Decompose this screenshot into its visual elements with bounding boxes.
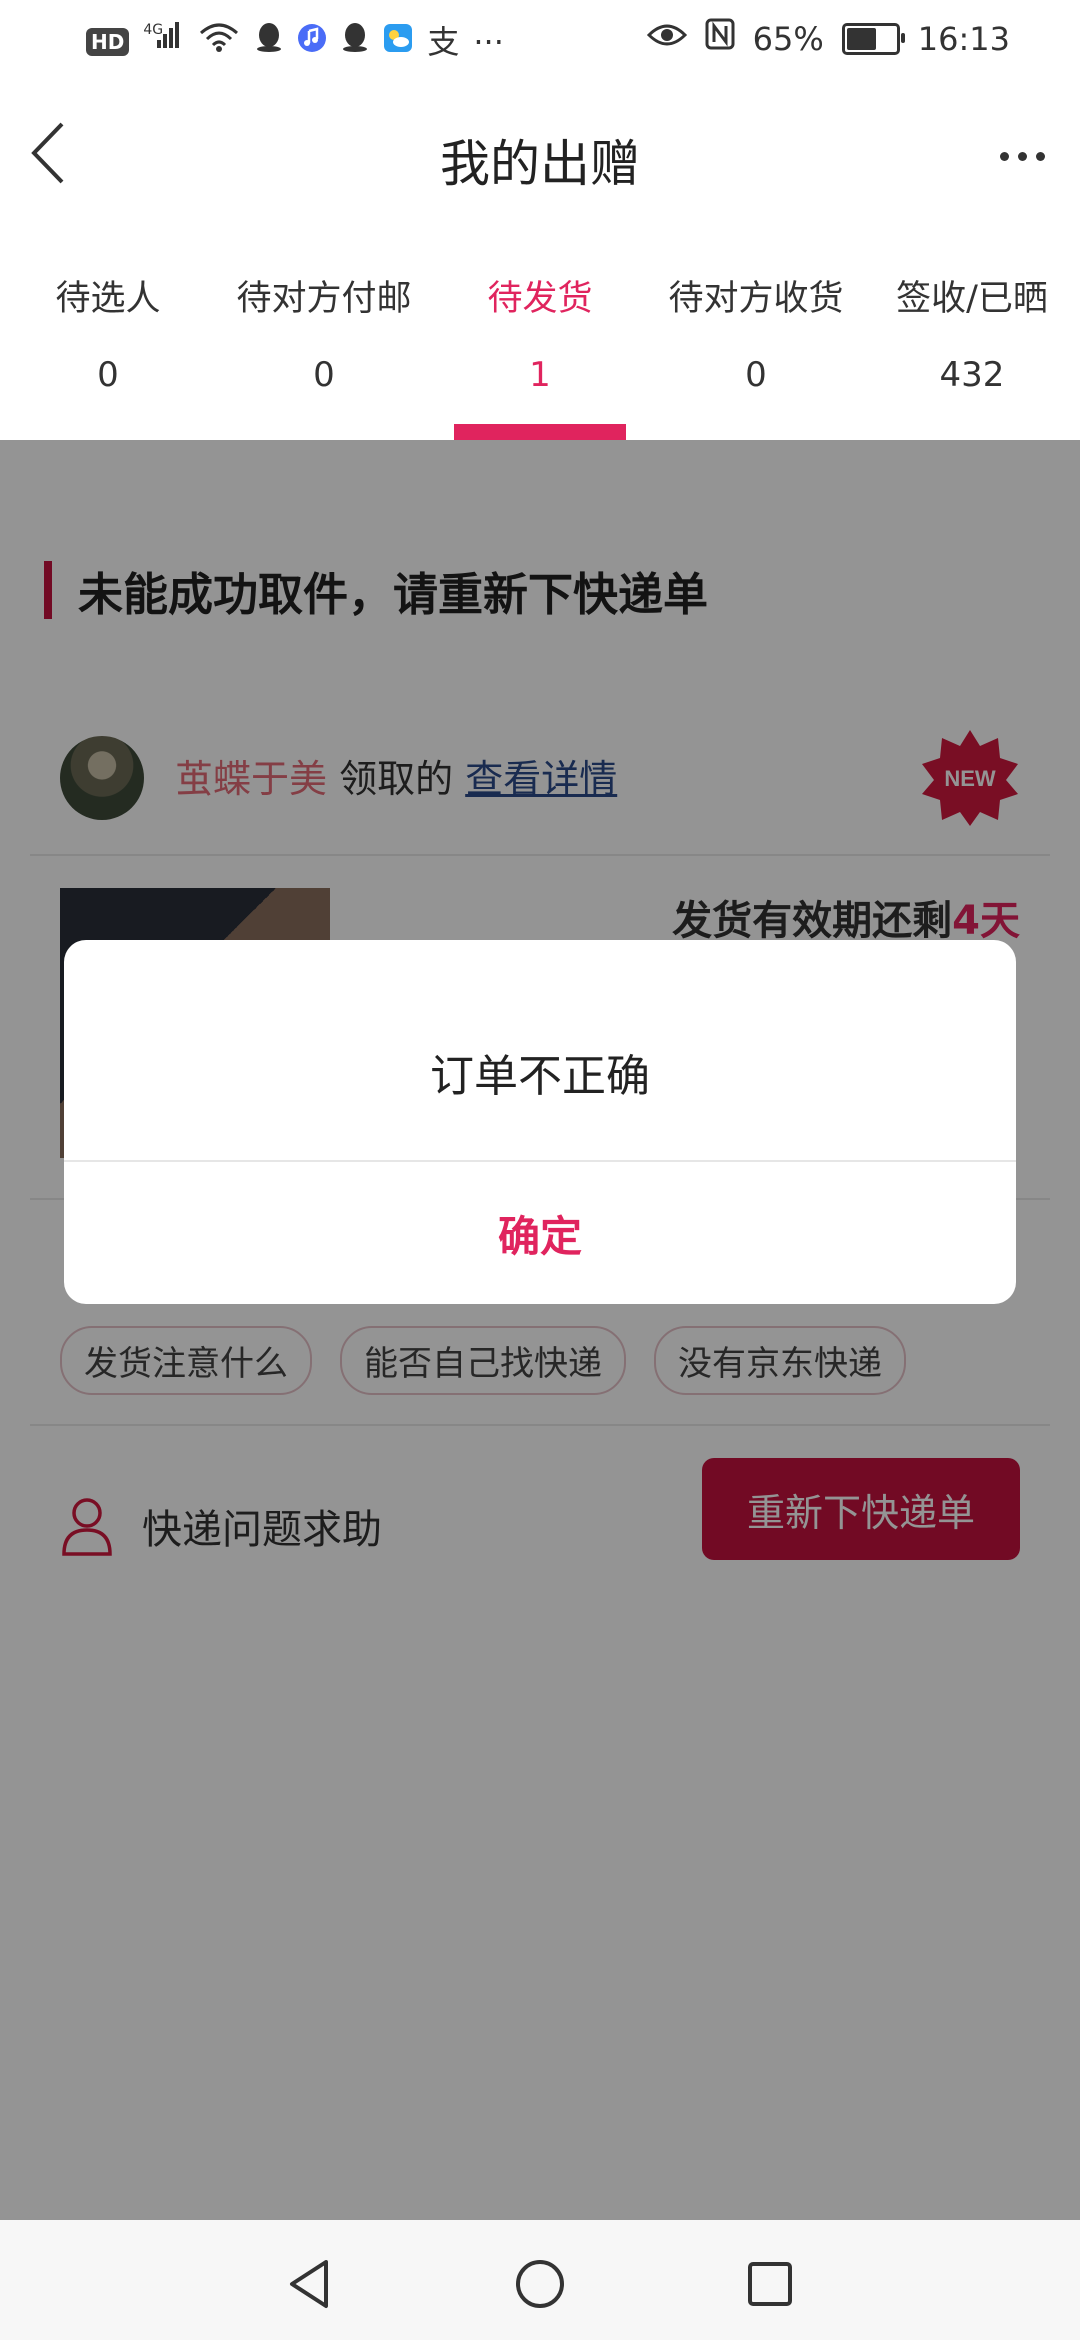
active-tab-indicator <box>454 424 626 440</box>
status-bar: HD 4G 支 ··· 65% 16:13 <box>0 0 1080 80</box>
nav-home-button[interactable] <box>512 2256 568 2312</box>
dialog-message: 订单不正确 <box>430 1051 650 1102</box>
qq-icon <box>341 21 369 62</box>
tab-pending-shipment[interactable]: 待发货 1 <box>432 270 648 440</box>
tab-label: 待对方收货 <box>668 279 844 319</box>
tab-label: 待对方付邮 <box>236 279 412 319</box>
square-recents-icon <box>748 2262 792 2306</box>
page-title: 我的出赠 <box>440 135 640 193</box>
music-icon <box>297 22 327 62</box>
qq-icon <box>255 21 283 62</box>
tab-pending-receipt[interactable]: 待对方收货 0 <box>648 270 864 440</box>
system-nav-bar <box>0 2220 1080 2340</box>
dot-icon <box>1017 151 1027 161</box>
tab-count: 0 <box>97 355 119 395</box>
dot-icon <box>999 151 1009 161</box>
battery-percent: 65% <box>752 19 824 58</box>
wifi-icon <box>197 21 241 62</box>
clock: 16:13 <box>917 19 1010 58</box>
alipay-icon: 支 <box>427 22 460 61</box>
tab-count: 0 <box>313 355 335 395</box>
status-tabs: 待选人 0 待对方付邮 0 待发货 1 待对方收货 0 签收/已晒 432 <box>0 270 1080 440</box>
nav-recents-button[interactable] <box>742 2256 798 2312</box>
tab-pending-select[interactable]: 待选人 0 <box>0 270 216 440</box>
app-header: 我的出赠 <box>0 80 1080 230</box>
triangle-back-icon <box>290 2260 328 2308</box>
nfc-icon <box>705 18 735 59</box>
tab-label: 待发货 <box>487 279 593 319</box>
tab-count: 1 <box>529 355 551 395</box>
more-notifications-icon: ··· <box>473 22 504 61</box>
weather-icon <box>383 22 413 62</box>
dialog-confirm-button[interactable]: 确定 <box>64 1162 1016 1304</box>
tab-count: 432 <box>939 355 1005 395</box>
eye-icon <box>646 19 687 59</box>
battery-icon <box>841 22 905 55</box>
tab-count: 0 <box>745 355 767 395</box>
circle-home-icon <box>516 2260 564 2308</box>
dot-icon <box>1035 151 1045 161</box>
hd-badge: HD <box>86 27 130 56</box>
more-options-button[interactable] <box>992 136 1052 176</box>
nav-back-button[interactable] <box>282 2256 338 2312</box>
alert-dialog: 订单不正确 确定 <box>64 940 1016 1304</box>
tab-label: 签收/已晒 <box>896 279 1048 319</box>
signal-icon: 4G <box>143 18 183 65</box>
tab-label: 待选人 <box>55 279 161 319</box>
tab-received-shared[interactable]: 签收/已晒 432 <box>864 270 1080 440</box>
tab-pending-postage[interactable]: 待对方付邮 0 <box>216 270 432 440</box>
modal-backdrop[interactable] <box>0 440 1080 2220</box>
